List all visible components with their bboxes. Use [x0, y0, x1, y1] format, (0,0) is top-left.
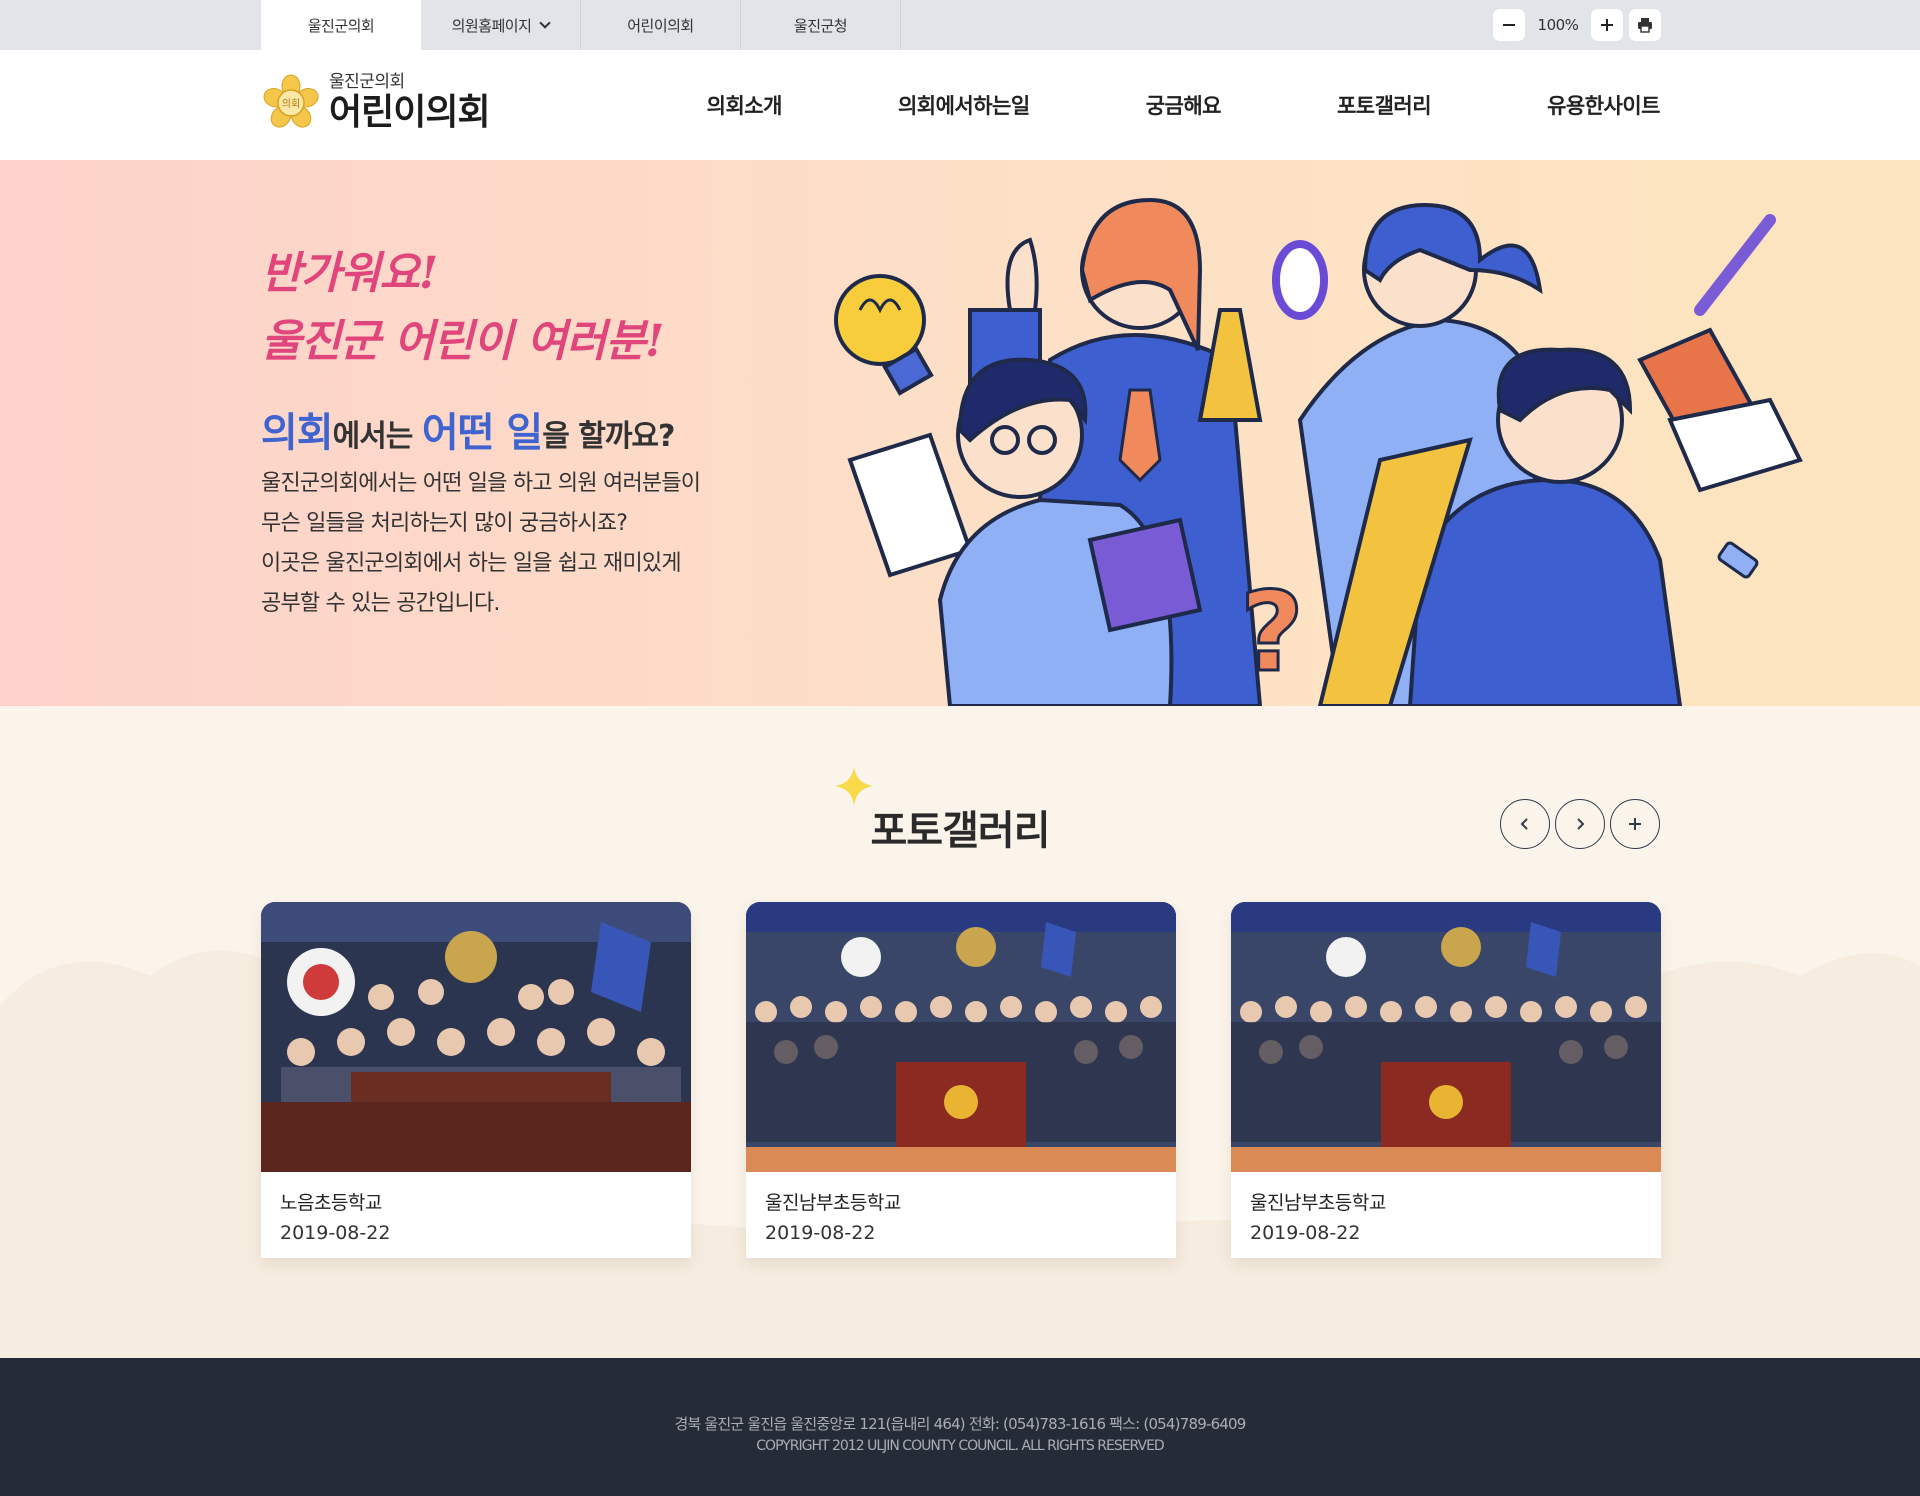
- zoom-level: 100%: [1537, 16, 1579, 34]
- site-tab-council[interactable]: 울진군의회: [261, 0, 421, 50]
- logo-text: 울진군의회 어린이의회: [329, 72, 491, 134]
- svg-text:의회: 의회: [282, 98, 300, 110]
- question-mark-icon: ?: [1240, 568, 1304, 696]
- hero-question: 의회에서는 어떤 일을 할까요?: [261, 410, 675, 456]
- print-button[interactable]: [1629, 9, 1661, 41]
- nav-faq[interactable]: 궁금해요: [1146, 90, 1222, 120]
- print-icon: [1638, 18, 1652, 33]
- card-body: 울진남부초등학교 2019-08-22: [1231, 1176, 1661, 1258]
- hero-banner: 반가워요! 울진군 어린이 여러분! 의회에서는 어떤 일을 할까요? 울진군의…: [0, 160, 1920, 706]
- zoom-out-button[interactable]: [1493, 9, 1525, 41]
- site-header: 의회 울진군의회 어린이의회 의회소개 의회에서하는일 궁금해요 포토갤러리 유…: [0, 50, 1920, 160]
- nav-council-work[interactable]: 의회에서하는일: [898, 90, 1030, 120]
- minus-icon: [1503, 24, 1515, 26]
- flask-icon: [1197, 308, 1263, 422]
- nav-about-council[interactable]: 의회소개: [707, 90, 783, 120]
- students-illustration: ?: [834, 197, 1803, 706]
- card-title: 울진남부초등학교: [765, 1192, 901, 1214]
- gallery-cards: 노음초등학교 2019-08-22 울진남부초등학교 2019-08-22 울진…: [261, 902, 1661, 1258]
- gallery-prev-button[interactable]: [1500, 799, 1550, 849]
- site-tab-member-homepage[interactable]: 의원홈페이지: [421, 0, 581, 50]
- gallery-next-button[interactable]: [1555, 799, 1605, 849]
- gallery-photo: [746, 902, 1176, 1172]
- nav-useful-sites[interactable]: 유용한사이트: [1547, 90, 1660, 120]
- card-date: 2019-08-22: [280, 1222, 391, 1244]
- card-date: 2019-08-22: [765, 1222, 876, 1244]
- chevron-right-icon: [1577, 818, 1585, 830]
- utility-bar: 울진군의회 의원홈페이지 어린이의회 울진군청 100%: [0, 0, 1920, 50]
- plus-icon: [1629, 818, 1641, 830]
- gallery-nav: [1500, 799, 1660, 849]
- hero-description: 울진군의회에서는 어떤 일을 하고 의원 여러분들이 무슨 일들을 처리하는지 …: [261, 471, 701, 616]
- lightbulb-icon: [834, 274, 934, 396]
- site-tab-kids-council[interactable]: 어린이의회: [581, 0, 741, 50]
- plus-icon: [1601, 19, 1613, 31]
- card-title: 노음초등학교: [280, 1192, 382, 1214]
- council-seal-icon: 의회: [263, 74, 319, 128]
- chevron-down-icon: [539, 16, 552, 29]
- footer-copyright: COPYRIGHT 2012 ULJIN COUNTY COUNCIL. ALL…: [756, 1438, 1164, 1454]
- site-logo[interactable]: 의회 울진군의회 어린이의회: [261, 72, 491, 134]
- hero-greeting: 반가워요! 울진군 어린이 여러분!: [261, 248, 664, 367]
- gallery-photo: [261, 902, 691, 1172]
- gallery-card[interactable]: 울진남부초등학교 2019-08-22: [1231, 902, 1661, 1258]
- gallery-card[interactable]: 울진남부초등학교 2019-08-22: [746, 902, 1176, 1258]
- card-title: 울진남부초등학교: [1250, 1192, 1386, 1214]
- gallery-photo: [1231, 902, 1661, 1172]
- zoom-in-button[interactable]: [1591, 9, 1623, 41]
- gallery-more-button[interactable]: [1610, 799, 1660, 849]
- card-date: 2019-08-22: [1250, 1222, 1361, 1244]
- eraser-icon: [1717, 541, 1759, 579]
- main-nav: 의회소개 의회에서하는일 궁금해요 포토갤러리 유용한사이트: [707, 50, 1661, 160]
- gallery-card[interactable]: 노음초등학교 2019-08-22: [261, 902, 691, 1258]
- site-tab-county-office[interactable]: 울진군청: [741, 0, 901, 50]
- card-body: 울진남부초등학교 2019-08-22: [746, 1176, 1176, 1258]
- footer-address: 경북 울진군 울진읍 울진중앙로 121(읍내리 464) 전화: (054)7…: [674, 1415, 1246, 1433]
- site-tabs: 울진군의회 의원홈페이지 어린이의회 울진군청: [261, 0, 901, 50]
- pencil-icon: [1694, 214, 1776, 316]
- logo-subtitle: 울진군의회: [329, 72, 405, 92]
- nav-photo-gallery[interactable]: 포토갤러리: [1337, 90, 1432, 120]
- zoom-controls: 100%: [1493, 9, 1661, 41]
- card-body: 노음초등학교 2019-08-22: [261, 1176, 691, 1258]
- site-footer: 경북 울진군 울진읍 울진중앙로 121(읍내리 464) 전화: (054)7…: [0, 1358, 1920, 1496]
- logo-title: 어린이의회: [329, 92, 491, 133]
- magnifier-icon: [1272, 240, 1328, 320]
- chevron-left-icon: [1520, 818, 1528, 830]
